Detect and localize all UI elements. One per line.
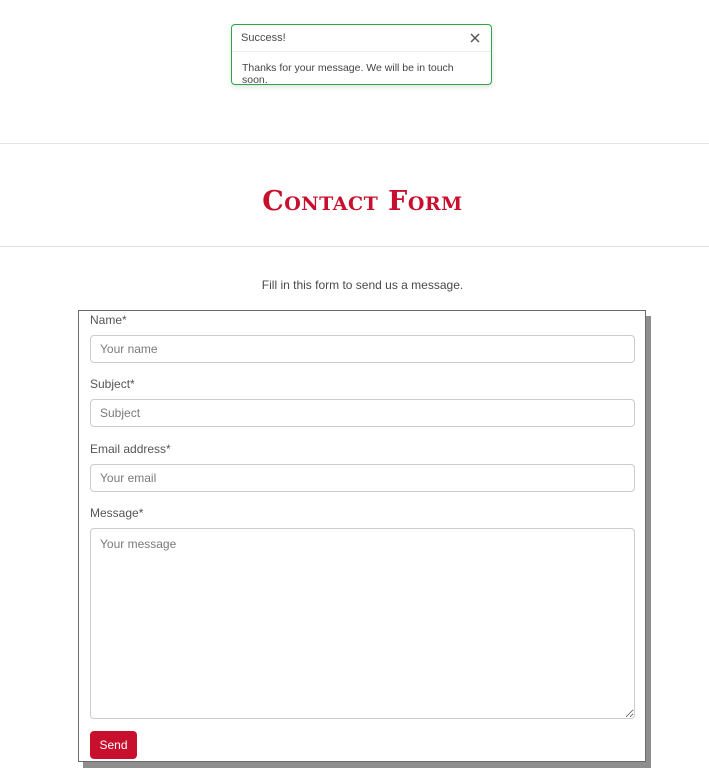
toast-header: Success! [232,25,491,52]
email-input[interactable] [90,464,635,492]
contact-form: Name* Subject* Email address* Message* S… [78,310,646,762]
toast-title: Success! [241,32,286,44]
divider-top [0,143,709,144]
close-icon[interactable] [468,31,482,45]
divider-bottom [0,246,709,247]
contact-page: Success! Thanks for your message. We wil… [0,0,709,772]
message-label: Message* [90,506,144,520]
message-textarea[interactable] [90,528,635,719]
email-label: Email address* [90,442,171,456]
toast-message: Thanks for your message. We will be in t… [242,62,454,86]
name-label: Name* [90,313,127,327]
subject-input[interactable] [90,399,635,427]
name-input[interactable] [90,335,635,363]
success-toast: Success! Thanks for your message. We wil… [231,24,492,86]
send-button[interactable]: Send [90,731,137,759]
page-title: Contact Form [262,186,463,217]
subject-label: Subject* [90,377,135,391]
intro-text: Fill in this form to send us a message. [261,278,464,292]
